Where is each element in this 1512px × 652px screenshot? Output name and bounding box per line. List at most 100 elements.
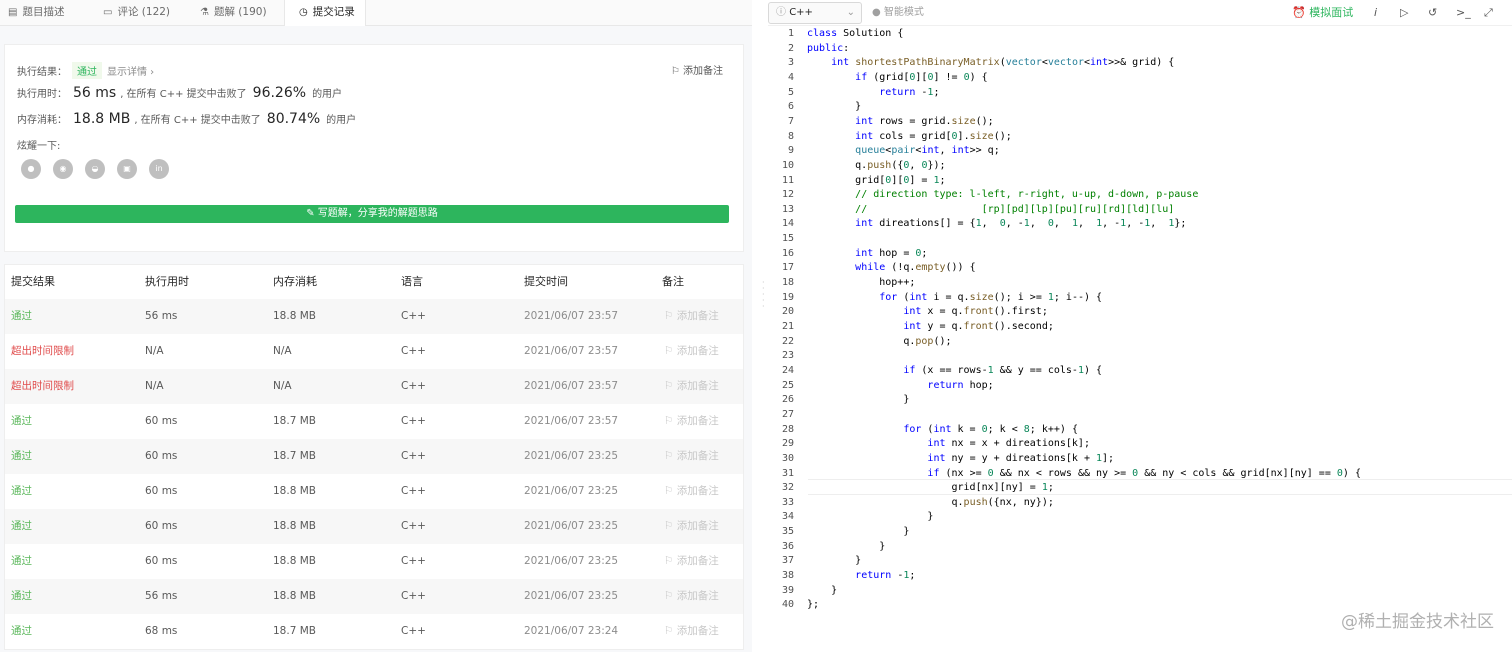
table-row[interactable]: 通过 60 ms 18.7 MB C++ 2021/06/07 23:25 ⚐ 添加备注	[5, 439, 743, 474]
code-line[interactable]: int shortestPathBinaryMatrix(vector<vect…	[807, 57, 1174, 68]
add-note-cell[interactable]: ⚐ 添加备注	[664, 369, 719, 404]
code-line[interactable]: if (x == rows-1 && y == cols-1) {	[807, 365, 1102, 376]
table-row[interactable]: 通过 68 ms 18.7 MB C++ 2021/06/07 23:24 ⚐ 添加备注	[5, 614, 743, 649]
code-line[interactable]: }	[807, 101, 861, 112]
code-line[interactable]: grid[0][0] = 1;	[807, 175, 945, 186]
add-note-button[interactable]: ⚐ 添加备注	[671, 62, 723, 77]
status-cell[interactable]: 通过	[11, 299, 32, 334]
code-line[interactable]: q.push({0, 0});	[807, 160, 945, 171]
chevron-down-icon: ⌄	[846, 7, 855, 18]
add-note-cell[interactable]: ⚐ 添加备注	[664, 614, 719, 649]
code-line[interactable]: int ny = y + direations[k + 1];	[807, 453, 1114, 464]
code-line[interactable]: return -1;	[807, 570, 915, 581]
table-row[interactable]: 通过 60 ms 18.8 MB C++ 2021/06/07 23:25 ⚐ 添加备注	[5, 544, 743, 579]
tab-description[interactable]: ▤ 题目描述	[8, 0, 64, 25]
add-note-cell[interactable]: ⚐ 添加备注	[664, 404, 719, 439]
date-cell: 2021/06/07 23:57	[524, 310, 619, 322]
code-line[interactable]: }	[807, 555, 861, 566]
console-icon[interactable]: >_	[1456, 0, 1471, 25]
info-italic-icon[interactable]: i	[1374, 0, 1377, 25]
add-note-cell[interactable]: ⚐ 添加备注	[664, 509, 719, 544]
code-line[interactable]: q.pop();	[807, 336, 951, 347]
code-line[interactable]: class Solution {	[807, 28, 903, 39]
panel-divider[interactable]	[752, 0, 768, 652]
code-line[interactable]: hop++;	[807, 277, 915, 288]
resize-handle[interactable]: · · · · ·	[762, 279, 765, 311]
code-line[interactable]: if (nx >= 0 && nx < rows && ny >= 0 && n…	[807, 468, 1361, 479]
mock-interview-button[interactable]: ⏰ 模拟面试	[1292, 0, 1353, 25]
status-cell[interactable]: 通过	[11, 474, 32, 509]
table-row[interactable]: 通过 60 ms 18.8 MB C++ 2021/06/07 23:25 ⚐ 添加备注	[5, 474, 743, 509]
weibo-icon[interactable]: ◉	[53, 159, 73, 179]
qq-icon[interactable]: ◒	[85, 159, 105, 179]
line-number: 1	[787, 28, 794, 39]
code-line[interactable]: public:	[807, 43, 849, 54]
status-cell[interactable]: 超出时间限制	[11, 334, 74, 369]
wechat-icon[interactable]: ●	[21, 159, 41, 179]
table-row[interactable]: 超出时间限制 N/A N/A C++ 2021/06/07 23:57 ⚐ 添加备注	[5, 334, 743, 369]
linkedin-icon[interactable]: in	[149, 159, 169, 179]
status-cell[interactable]: 通过	[11, 404, 32, 439]
flag-icon: ⚐	[664, 485, 677, 497]
add-note-cell[interactable]: ⚐ 添加备注	[664, 474, 719, 509]
run-icon[interactable]: ▷	[1400, 0, 1408, 25]
add-note-cell[interactable]: ⚐ 添加备注	[664, 579, 719, 614]
tab-comments[interactable]: ▭ 评论 (122)	[103, 0, 170, 25]
status-cell[interactable]: 通过	[11, 544, 32, 579]
code-line[interactable]: int hop = 0;	[807, 248, 927, 259]
reset-icon[interactable]: ↺	[1428, 0, 1437, 25]
code-line[interactable]: // direction type: l-left, r-right, u-up…	[807, 189, 1198, 200]
watermark: @稀土掘金技术社区	[1341, 612, 1494, 632]
code-line[interactable]: }	[807, 511, 933, 522]
code-line[interactable]: return hop;	[807, 380, 993, 391]
date-cell: 2021/06/07 23:24	[524, 625, 619, 637]
status-cell[interactable]: 通过	[11, 614, 32, 649]
add-note-cell[interactable]: ⚐ 添加备注	[664, 334, 719, 369]
line-number: 30	[781, 452, 794, 464]
code-line[interactable]: };	[807, 599, 819, 610]
code-line[interactable]: return -1;	[807, 87, 939, 98]
code-line[interactable]: queue<pair<int, int>> q;	[807, 145, 1000, 156]
status-cell[interactable]: 通过	[11, 509, 32, 544]
tab-solutions[interactable]: ⚗ 题解 (190)	[200, 0, 267, 25]
code-line[interactable]: }	[807, 394, 909, 405]
write-solution-button[interactable]: ✎ 写题解，分享我的解题思路	[15, 205, 729, 223]
code-line[interactable]: int rows = grid.size();	[807, 116, 994, 127]
code-line[interactable]: int cols = grid[0].size();	[807, 131, 1012, 142]
code-line[interactable]: int direations[] = {1, 0, -1, 0, 1, 1, -…	[807, 218, 1186, 229]
language-select[interactable]: ⓘ C++ ⌄	[768, 2, 862, 24]
code-line[interactable]: }	[807, 585, 837, 596]
add-note-cell[interactable]: ⚐ 添加备注	[664, 439, 719, 474]
add-note-cell[interactable]: ⚐ 添加备注	[664, 544, 719, 579]
status-cell[interactable]: 超出时间限制	[11, 369, 74, 404]
show-details-link[interactable]: 显示详情 ›	[107, 67, 154, 78]
code-line[interactable]: }	[807, 526, 909, 537]
code-line[interactable]: grid[nx][ny] = 1;	[807, 482, 1053, 493]
code-line[interactable]: int x = q.front().first;	[807, 306, 1048, 317]
table-row[interactable]: 通过 56 ms 18.8 MB C++ 2021/06/07 23:57 ⚐ 添加备注	[5, 299, 743, 334]
status-cell[interactable]: 通过	[11, 439, 32, 474]
table-row[interactable]: 超出时间限制 N/A N/A C++ 2021/06/07 23:57 ⚐ 添加备注	[5, 369, 743, 404]
code-line[interactable]: int nx = x + direations[k];	[807, 438, 1090, 449]
fullscreen-icon[interactable]: ⤢	[1484, 0, 1493, 25]
smart-mode-toggle[interactable]: ● 智能模式	[872, 0, 924, 25]
code-line[interactable]: q.push({nx, ny});	[807, 497, 1053, 508]
code-line[interactable]: for (int i = q.size(); i >= 1; i--) {	[807, 292, 1102, 303]
table-row[interactable]: 通过 56 ms 18.8 MB C++ 2021/06/07 23:25 ⚐ 添加备注	[5, 579, 743, 614]
table-row[interactable]: 通过 60 ms 18.7 MB C++ 2021/06/07 23:57 ⚐ 添加备注	[5, 404, 743, 439]
douban-icon[interactable]: ▣	[117, 159, 137, 179]
runtime-row: 执行用时： 56 ms, 在所有 C++ 提交中击败了 96.26% 的用户	[17, 85, 342, 101]
date-cell: 2021/06/07 23:25	[524, 450, 619, 462]
code-line[interactable]: if (grid[0][0] != 0) {	[807, 72, 988, 83]
status-cell[interactable]: 通过	[11, 579, 32, 614]
memory-cell: N/A	[273, 345, 292, 357]
tab-submissions[interactable]: ◷ 提交记录	[284, 0, 366, 26]
table-row[interactable]: 通过 60 ms 18.8 MB C++ 2021/06/07 23:25 ⚐ 添加备注	[5, 509, 743, 544]
flag-icon: ⚐	[670, 66, 680, 77]
add-note-cell[interactable]: ⚐ 添加备注	[664, 299, 719, 334]
code-line[interactable]: while (!q.empty()) {	[807, 262, 975, 273]
code-line[interactable]: int y = q.front().second;	[807, 321, 1054, 332]
code-line[interactable]: }	[807, 541, 885, 552]
code-line[interactable]: for (int k = 0; k < 8; k++) {	[807, 424, 1078, 435]
code-line[interactable]: // [rp][pd][lp][pu][ru][rd][ld][lu]	[807, 204, 1174, 215]
